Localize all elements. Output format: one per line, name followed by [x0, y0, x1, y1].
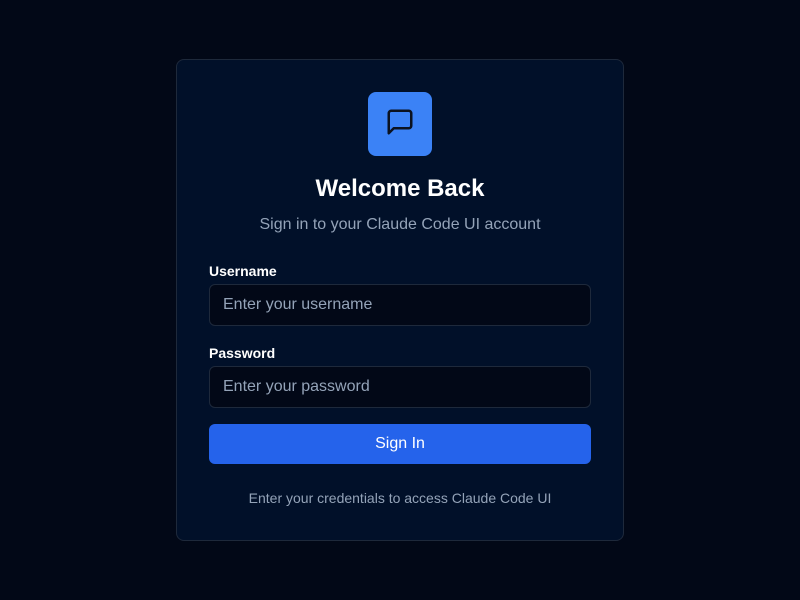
username-input[interactable]: [209, 284, 591, 326]
password-input[interactable]: [209, 366, 591, 408]
password-label: Password: [209, 345, 276, 361]
username-label: Username: [209, 263, 277, 279]
page-subtitle: Sign in to your Claude Code UI account: [259, 216, 541, 233]
logo: [368, 92, 432, 156]
login-card: Welcome Back Sign in to your Claude Code…: [176, 59, 624, 541]
page-title: Welcome Back: [315, 175, 485, 202]
footer-hint: Enter your credentials to access Claude …: [248, 490, 552, 506]
chat-bubble-icon: [385, 107, 415, 142]
sign-in-button[interactable]: Sign In: [209, 424, 591, 464]
